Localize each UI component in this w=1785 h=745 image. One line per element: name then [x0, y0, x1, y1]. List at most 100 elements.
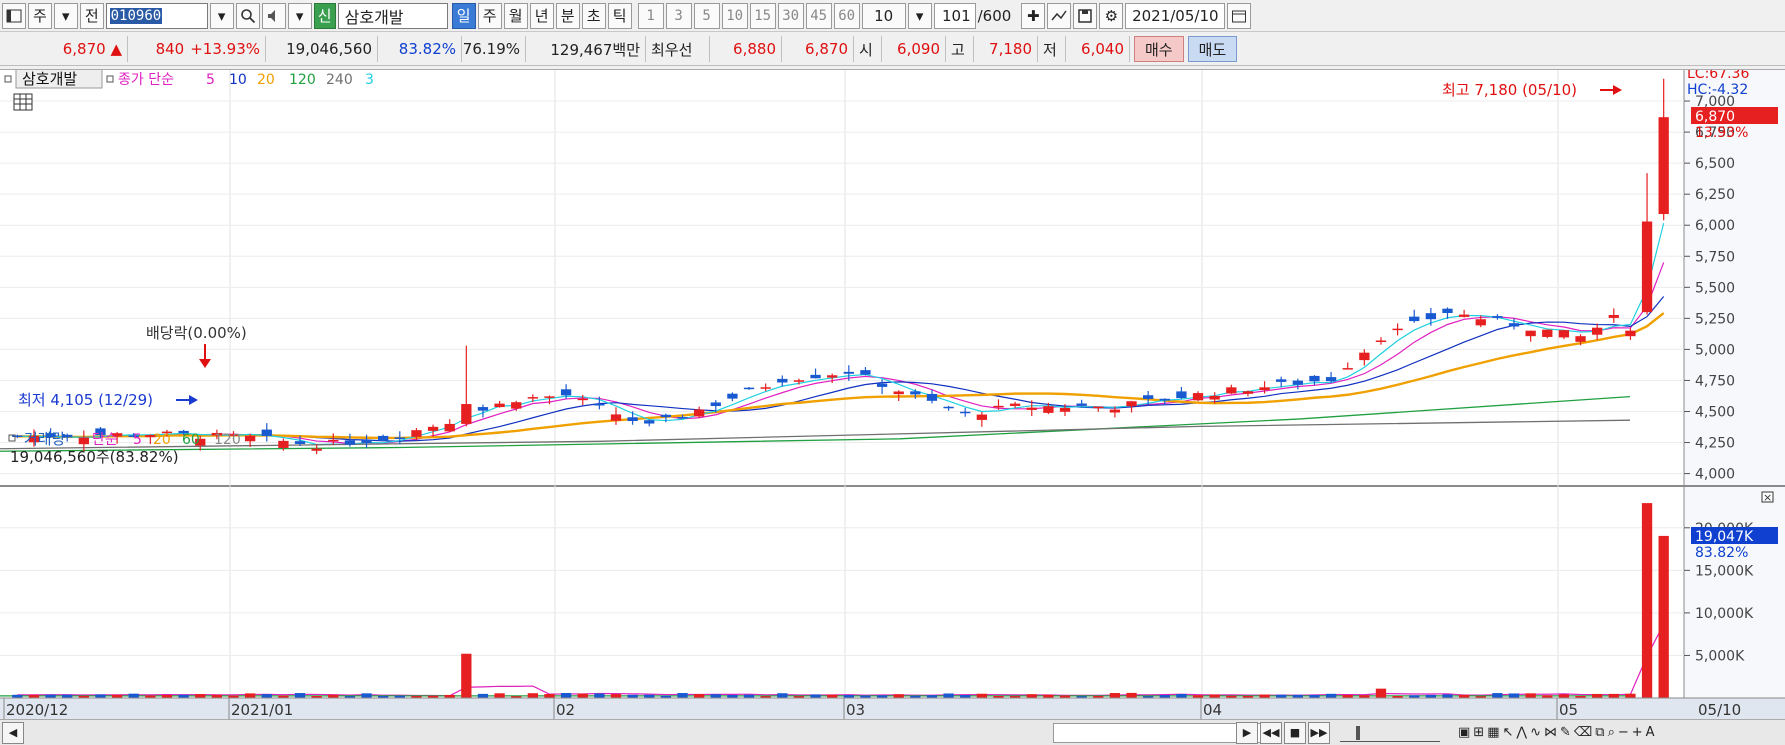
volume-bar — [1259, 694, 1270, 698]
candle-body — [710, 402, 721, 407]
stock-code-input[interactable]: 010960 — [105, 2, 208, 29]
candle-body — [993, 405, 1004, 408]
interval-select[interactable]: 10 — [861, 2, 906, 29]
pen-tool-icon[interactable]: ✎ — [1560, 725, 1571, 740]
speaker-dropdown-icon[interactable]: ▾ — [287, 2, 312, 29]
candle-body — [1608, 315, 1619, 318]
fast-forward-icon[interactable]: ▶▶ — [1308, 721, 1330, 744]
interval-dropdown-icon[interactable]: ▾ — [907, 2, 932, 29]
candle-body — [1325, 377, 1337, 382]
speed-slider[interactable] — [1340, 724, 1440, 742]
volume-bar — [1176, 693, 1187, 698]
prev-button[interactable]: 전 — [79, 2, 104, 29]
candle-body — [560, 389, 572, 396]
svg-text:×: × — [1763, 491, 1772, 504]
volume-bar — [1043, 694, 1054, 698]
buy-button[interactable]: 매수 — [1134, 36, 1184, 62]
volume-bar — [1558, 694, 1570, 698]
new-badge: 신 — [313, 2, 336, 29]
interval-tab[interactable]: 60 — [833, 2, 860, 29]
chart-canvas[interactable]: 7,0006,7506,5006,2506,0005,7505,5005,250… — [0, 66, 1785, 720]
ma-label-240: 240 — [326, 72, 353, 88]
period-tab[interactable]: 주 — [477, 2, 502, 29]
scroll-thumb[interactable] — [1053, 722, 1263, 743]
y-tick-label: 6,500 — [1695, 156, 1735, 172]
table-grid-icon[interactable] — [13, 93, 33, 111]
candle-body — [261, 429, 272, 436]
volume-bar — [1492, 693, 1503, 698]
chart-window-icon[interactable] — [2, 2, 26, 29]
candle-body — [1458, 314, 1470, 317]
interval-tab[interactable]: 10 — [721, 2, 748, 29]
save-icon[interactable] — [1073, 2, 1098, 29]
volume-bar — [1508, 693, 1520, 698]
period-tab[interactable]: 틱 — [607, 2, 632, 29]
volume-ratio: 83.82% — [378, 36, 462, 62]
period-tab[interactable]: 분 — [555, 2, 580, 29]
candle-body — [976, 414, 988, 420]
crosshair-icon[interactable]: ✚ — [1021, 2, 1046, 29]
candle-body — [1292, 380, 1303, 385]
stop-icon[interactable]: ■ — [1284, 721, 1306, 744]
rewind-icon[interactable]: ◀◀ — [1260, 721, 1282, 744]
zigzag-tool-icon[interactable]: ⋀ — [1516, 725, 1527, 740]
interval-tab[interactable]: 45 — [805, 2, 832, 29]
cursor-tool-icon[interactable]: ↖ — [1503, 725, 1514, 740]
zoom-out-icon[interactable]: − — [1618, 725, 1629, 740]
volume-bar — [1325, 693, 1337, 698]
period-tab[interactable]: 일 — [451, 2, 476, 29]
font-size-icon[interactable]: A — [1646, 725, 1655, 740]
lc-label: LC:67.36 — [1687, 70, 1749, 82]
play-icon[interactable]: ▶ — [1236, 721, 1258, 744]
candle-body — [1259, 387, 1270, 391]
search-icon[interactable] — [235, 2, 260, 29]
market-tab[interactable]: 주 — [28, 2, 52, 29]
market-dropdown-icon[interactable]: ▾ — [53, 2, 78, 29]
wave-tool-icon[interactable]: ∿ — [1530, 725, 1541, 740]
interval-tab[interactable]: 30 — [777, 2, 804, 29]
y-tick-label: 6,000 — [1695, 218, 1735, 234]
stock-name-field[interactable]: 삼호개발 — [337, 2, 448, 29]
price-change: 840 +13.93% — [128, 36, 266, 62]
interval-tab[interactable]: 1 — [637, 2, 664, 29]
candle-body — [1242, 391, 1254, 394]
date-input[interactable]: 2021/05/10 — [1125, 2, 1226, 29]
ma-label-3: 3 — [365, 72, 374, 88]
volume-bar — [560, 693, 572, 698]
volume-bar — [577, 693, 588, 698]
volume-bar — [693, 694, 705, 698]
speaker-icon[interactable] — [261, 2, 286, 29]
chart-area[interactable]: 7,000 6,750 6,500 6,250 6,000 5,750 5,500 5,250… — [0, 66, 1785, 720]
grid-toggle-icon[interactable]: ▦ — [1487, 725, 1499, 740]
settings-gear-icon[interactable]: ⚙ — [1099, 2, 1124, 29]
period-tab[interactable]: 초 — [581, 2, 606, 29]
scroll-track[interactable] — [28, 722, 1263, 743]
zoom-icon[interactable]: ⌕ — [1608, 725, 1615, 740]
volume-bar — [62, 694, 73, 698]
period-tab[interactable]: 월 — [503, 2, 528, 29]
scroll-left-icon[interactable]: ◀ — [2, 721, 24, 744]
interval-tab[interactable]: 5 — [693, 2, 720, 29]
pattern-tool-icon[interactable]: ⋈ — [1544, 725, 1557, 740]
interval-tab[interactable]: 3 — [665, 2, 692, 29]
sell-button[interactable]: 매도 — [1187, 36, 1238, 62]
copy-icon[interactable]: ⧉ — [1595, 725, 1604, 740]
count-input[interactable]: 101 — [933, 2, 976, 29]
zoom-in-icon[interactable]: + — [1632, 725, 1643, 740]
vol-tick-label: 15,000K — [1695, 563, 1754, 579]
candle-body — [544, 396, 555, 398]
candle-body — [777, 378, 788, 383]
x-axis-label: 2020/12 — [6, 701, 68, 719]
volume-bar — [810, 694, 821, 698]
layout-icon[interactable]: ▣ — [1458, 725, 1470, 740]
interval-tab[interactable]: 15 — [749, 2, 776, 29]
code-dropdown-icon[interactable]: ▾ — [209, 2, 234, 29]
trend-tool-icon[interactable] — [1047, 2, 1072, 29]
volume-bar — [1641, 503, 1653, 698]
eraser-icon[interactable]: ⌫ — [1574, 725, 1592, 740]
split-icon[interactable]: ⊞ — [1473, 725, 1484, 740]
period-tab[interactable]: 년 — [529, 2, 554, 29]
calendar-icon[interactable] — [1227, 2, 1252, 29]
volume-bar — [361, 693, 372, 698]
candle-body — [1109, 409, 1121, 413]
